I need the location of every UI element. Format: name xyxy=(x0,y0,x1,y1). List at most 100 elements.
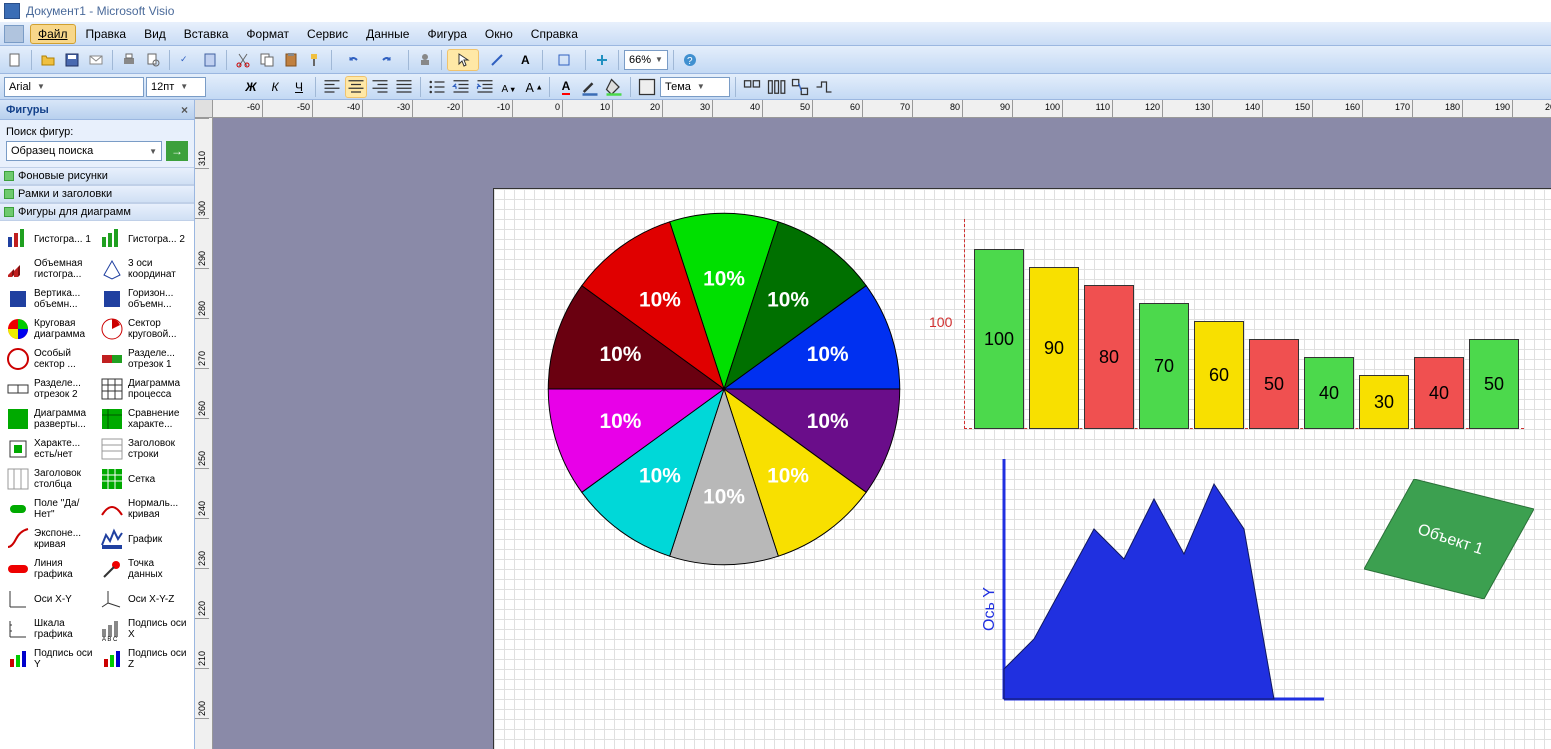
shape-stencil-item[interactable]: Точка данных xyxy=(98,555,190,583)
shape-stencil-item[interactable]: Разделе... отрезок 1 xyxy=(98,345,190,373)
shape-stencil-item[interactable]: Шкала графика xyxy=(4,615,96,643)
spelling-button[interactable]: ✓ xyxy=(175,49,197,71)
shape-stencil-item[interactable]: Заголовок столбца xyxy=(4,465,96,493)
shape-stencil-item[interactable]: Подпись оси Y xyxy=(4,645,96,673)
shape-stencil-item[interactable]: Разделе... отрезок 2 xyxy=(4,375,96,403)
align-shapes-button[interactable] xyxy=(741,76,763,98)
shape-stencil-item[interactable]: Поле "Да/Нет" xyxy=(4,495,96,523)
stencil-borders[interactable]: Рамки и заголовки xyxy=(0,185,194,203)
save-button[interactable] xyxy=(61,49,83,71)
shape-stencil-item[interactable]: 3 оси координат xyxy=(98,255,190,283)
bold-button[interactable]: Ж xyxy=(240,76,262,98)
line-color-button[interactable] xyxy=(579,76,601,98)
text-tool-button[interactable]: A xyxy=(515,49,537,71)
shape-stencil-item[interactable]: Заголовок строки xyxy=(98,435,190,463)
decrease-indent-button[interactable] xyxy=(450,76,472,98)
stencil-charting[interactable]: Фигуры для диаграмм xyxy=(0,203,194,221)
shape-stencil-item[interactable]: Сравнение характе... xyxy=(98,405,190,433)
cut-button[interactable] xyxy=(232,49,254,71)
italic-button[interactable]: К xyxy=(264,76,286,98)
connect-shapes-button[interactable] xyxy=(789,76,811,98)
connection-point-button[interactable] xyxy=(591,49,613,71)
shape-stencil-item[interactable]: Гистогра... 2 xyxy=(98,225,190,253)
shape-stencil-item[interactable]: Оси X-Y-Z xyxy=(98,585,190,613)
increase-indent-button[interactable] xyxy=(474,76,496,98)
undo-button[interactable] xyxy=(337,49,369,71)
menu-window[interactable]: Окно xyxy=(477,24,521,44)
shape-stencil-item[interactable]: Экспоне... кривая xyxy=(4,525,96,553)
redo-button[interactable] xyxy=(371,49,403,71)
stamp-button[interactable] xyxy=(414,49,436,71)
shape-stencil-item[interactable]: A B CПодпись оси X xyxy=(98,615,190,643)
close-icon[interactable]: × xyxy=(181,103,188,117)
pie-chart-shape[interactable]: 10%10%10%10%10%10%10%10%10%10% xyxy=(534,199,914,579)
email-button[interactable] xyxy=(85,49,107,71)
paste-button[interactable] xyxy=(280,49,302,71)
print-preview-button[interactable] xyxy=(142,49,164,71)
system-menu-icon[interactable] xyxy=(4,25,24,43)
shape-stencil-item[interactable]: Сектор круговой... xyxy=(98,315,190,343)
shape-stencil-item[interactable]: График xyxy=(98,525,190,553)
area-chart-shape[interactable]: Ось Y xyxy=(974,459,1324,719)
copy-button[interactable] xyxy=(256,49,278,71)
menu-insert[interactable]: Вставка xyxy=(176,24,237,44)
open-button[interactable] xyxy=(37,49,59,71)
menu-file[interactable]: Файл xyxy=(30,24,76,44)
increase-size-button[interactable]: A▲ xyxy=(522,76,544,98)
new-button[interactable] xyxy=(4,49,26,71)
search-go-button[interactable]: → xyxy=(166,141,188,161)
shape-stencil-item[interactable]: Характе... есть/нет xyxy=(4,435,96,463)
zoom-combo[interactable]: 66% ▼ xyxy=(624,50,668,70)
align-left-button[interactable] xyxy=(321,76,343,98)
help-button[interactable]: ? xyxy=(679,49,701,71)
decrease-size-button[interactable]: A▼ xyxy=(498,76,520,98)
menu-help[interactable]: Справка xyxy=(523,24,586,44)
bullets-button[interactable] xyxy=(426,76,448,98)
underline-button[interactable]: Ч xyxy=(288,76,310,98)
align-justify-button[interactable] xyxy=(393,76,415,98)
shape-stencil-item[interactable]: Гистогра... 1 xyxy=(4,225,96,253)
font-size-combo[interactable]: 12пт▼ xyxy=(146,77,206,97)
format-button[interactable] xyxy=(636,76,658,98)
menu-format[interactable]: Формат xyxy=(238,24,297,44)
shape-tool-button[interactable] xyxy=(548,49,580,71)
shape-stencil-item[interactable]: Особый сектор ... xyxy=(4,345,96,373)
shape-stencil-item[interactable]: Горизон... объемн... xyxy=(98,285,190,313)
menu-view[interactable]: Вид xyxy=(136,24,174,44)
menu-data[interactable]: Данные xyxy=(358,24,417,44)
horizontal-ruler[interactable]: -60-50-40-30-20-100102030405060708090100… xyxy=(213,100,1551,118)
shape-stencil-item[interactable]: Диаграмма процесса xyxy=(98,375,190,403)
print-button[interactable] xyxy=(118,49,140,71)
shape-stencil-item[interactable]: Объемная гистогра... xyxy=(4,255,96,283)
menu-edit[interactable]: Правка xyxy=(78,24,135,44)
drawing-page[interactable]: 10%10%10%10%10%10%10%10%10%10% 100 10090… xyxy=(493,188,1551,749)
stencil-backgrounds[interactable]: Фоновые рисунки xyxy=(0,167,194,185)
pointer-tool-button[interactable] xyxy=(447,49,479,71)
shape-stencil-item[interactable]: Подпись оси Z xyxy=(98,645,190,673)
shapes-search-input[interactable]: Образец поиска ▼ xyxy=(6,141,162,161)
format-painter-button[interactable] xyxy=(304,49,326,71)
research-button[interactable] xyxy=(199,49,221,71)
bar-chart-shape[interactable]: 100 100908070605040304050 xyxy=(964,219,1524,429)
shape-stencil-item[interactable]: Сетка xyxy=(98,465,190,493)
connector-tool-button[interactable] xyxy=(481,49,513,71)
fill-color-button[interactable] xyxy=(603,76,625,98)
parallelogram-shape[interactable]: Объект 1 xyxy=(1364,479,1534,599)
font-combo[interactable]: Arial▼ xyxy=(4,77,144,97)
align-right-button[interactable] xyxy=(369,76,391,98)
reroute-button[interactable] xyxy=(813,76,835,98)
shape-stencil-item[interactable]: Линия графика xyxy=(4,555,96,583)
distribute-button[interactable] xyxy=(765,76,787,98)
align-center-button[interactable] xyxy=(345,76,367,98)
vertical-ruler[interactable]: 3103002902802702602502402302202102001901… xyxy=(195,118,213,749)
menu-service[interactable]: Сервис xyxy=(299,24,356,44)
shape-stencil-item[interactable]: Диаграмма разверты... xyxy=(4,405,96,433)
font-color-button[interactable]: A xyxy=(555,76,577,98)
theme-combo[interactable]: Тема▼ xyxy=(660,77,730,97)
drawing-canvas[interactable]: 10%10%10%10%10%10%10%10%10%10% 100 10090… xyxy=(213,118,1551,749)
shape-stencil-item[interactable]: Оси X-Y xyxy=(4,585,96,613)
shape-stencil-item[interactable]: Нормаль... кривая xyxy=(98,495,190,523)
menu-shape[interactable]: Фигура xyxy=(419,24,474,44)
shape-stencil-item[interactable]: Вертика... объемн... xyxy=(4,285,96,313)
shape-stencil-item[interactable]: Круговая диаграмма xyxy=(4,315,96,343)
